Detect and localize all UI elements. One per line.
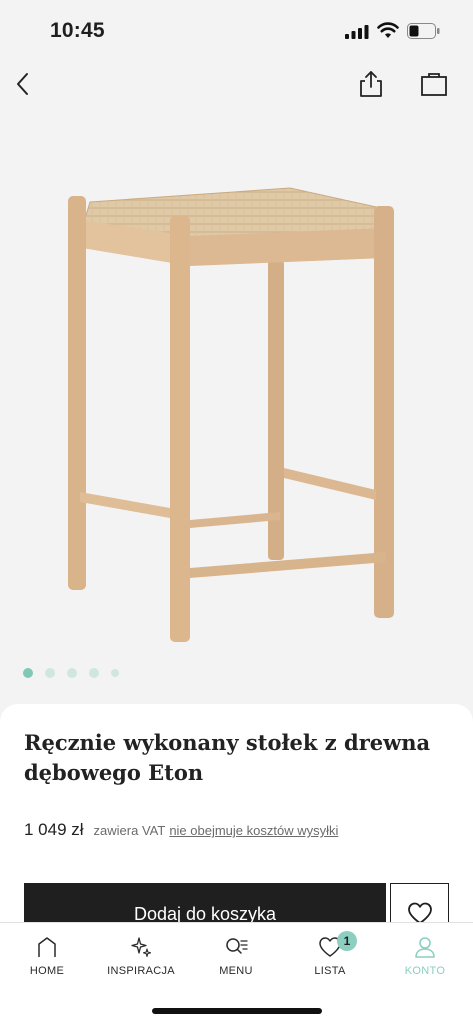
- shopping-bag-icon[interactable]: [420, 72, 448, 96]
- tab-home[interactable]: HOME: [2, 935, 92, 977]
- cellular-signal-icon: [345, 25, 369, 39]
- home-icon: [38, 937, 56, 957]
- product-image[interactable]: [40, 180, 440, 650]
- tab-label: KONTO: [404, 965, 446, 977]
- tab-inspiracja[interactable]: INSPIRACJA: [96, 935, 186, 977]
- wifi-icon: [377, 22, 399, 38]
- carousel-dot[interactable]: [89, 668, 99, 678]
- carousel-dots[interactable]: [23, 667, 119, 679]
- shipping-costs-link[interactable]: nie obejmuje kosztów wysyłki: [169, 823, 338, 838]
- back-icon[interactable]: [12, 71, 34, 97]
- tab-label: HOME: [29, 965, 65, 977]
- tab-label: LISTA: [314, 965, 346, 977]
- product-title: Ręcznie wykonany stołek z drewna dęboweg…: [24, 730, 431, 785]
- product-price: 1 049 zł: [24, 820, 84, 839]
- battery-icon: [407, 23, 440, 39]
- price-row: 1 049 zł zawiera VAT nie obejmuje kosztó…: [24, 820, 338, 840]
- tab-konto[interactable]: KONTO: [380, 935, 470, 977]
- user-icon: [415, 937, 435, 958]
- carousel-dot[interactable]: [23, 668, 33, 678]
- tab-lista[interactable]: 1 LISTA: [285, 931, 375, 977]
- menu-search-icon: [226, 938, 248, 954]
- vat-note: zawiera VAT: [93, 823, 166, 838]
- home-indicator: [152, 1008, 322, 1014]
- status-time: 10:45: [50, 19, 105, 42]
- tab-menu[interactable]: MENU: [191, 935, 281, 977]
- wishlist-count-badge: 1: [337, 931, 357, 951]
- tab-label: INSPIRACJA: [107, 965, 175, 977]
- carousel-dot[interactable]: [67, 668, 77, 678]
- tab-label: MENU: [219, 965, 253, 977]
- share-icon[interactable]: [358, 70, 384, 98]
- carousel-dot[interactable]: [45, 668, 55, 678]
- sparkles-icon: [131, 937, 152, 958]
- carousel-dot[interactable]: [111, 669, 119, 677]
- status-bar: 10:45: [0, 0, 473, 60]
